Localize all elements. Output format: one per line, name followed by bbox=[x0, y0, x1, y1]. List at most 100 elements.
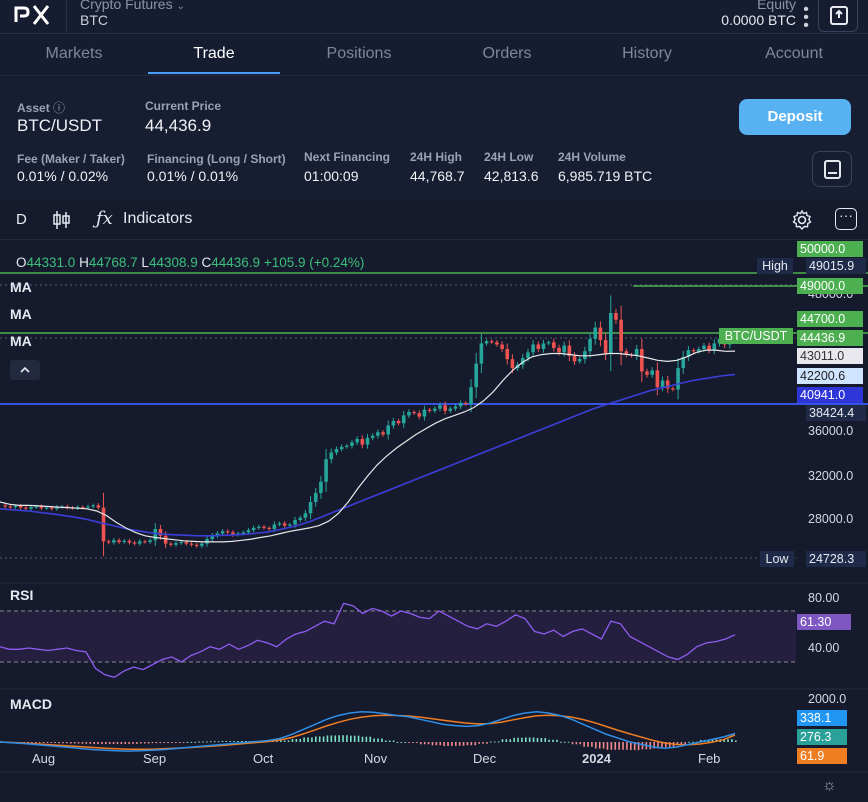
more-chart-options-icon[interactable]: ··· bbox=[835, 208, 857, 230]
macd-histogram-bar bbox=[210, 741, 212, 743]
tab-account[interactable]: Account bbox=[726, 34, 862, 76]
candle-body bbox=[536, 344, 541, 349]
macd-histogram-bar bbox=[50, 742, 53, 744]
candle-body bbox=[324, 459, 328, 482]
macd-histogram-bar bbox=[198, 741, 200, 743]
candle-body bbox=[241, 532, 246, 534]
candle-body bbox=[660, 380, 665, 388]
tab-orders[interactable]: Orders bbox=[440, 34, 574, 76]
layout-toggle-button[interactable] bbox=[812, 151, 852, 187]
macd-histogram-bar bbox=[70, 742, 72, 744]
market-type-selector[interactable]: Crypto Futures ⌄ bbox=[80, 0, 185, 12]
macd-histogram-bar bbox=[116, 742, 119, 745]
market-symbol: BTC bbox=[80, 12, 108, 28]
low-label: Low bbox=[760, 551, 794, 567]
volume-24h-value: 6,985.719 BTC bbox=[558, 168, 653, 184]
macd-histogram-bar bbox=[490, 741, 492, 743]
candlestick-icon[interactable] bbox=[52, 209, 72, 231]
high-24h-value: 44,768.7 bbox=[410, 168, 465, 184]
macd-histogram-bar bbox=[451, 742, 453, 747]
current-price-tag: 44436.9 bbox=[797, 330, 863, 346]
macd-histogram-bar bbox=[73, 742, 76, 744]
macd-histogram-bar bbox=[602, 742, 605, 749]
macd-histogram-bar bbox=[501, 739, 504, 742]
tab-markets[interactable]: Markets bbox=[0, 34, 148, 76]
low-24h-value: 42,813.6 bbox=[484, 168, 539, 184]
macd-histogram-bar bbox=[427, 742, 430, 745]
open-value: 44331.0 bbox=[26, 255, 76, 270]
tag-44700: 44700.0 bbox=[797, 311, 863, 327]
tablet-icon bbox=[824, 160, 841, 179]
candle-body bbox=[526, 352, 530, 358]
sun-icon[interactable]: ☼ bbox=[822, 777, 837, 795]
macd-histogram-bar bbox=[175, 742, 177, 743]
macd-histogram-bar bbox=[143, 742, 146, 744]
wallet-button[interactable] bbox=[818, 0, 858, 32]
price-chart[interactable] bbox=[0, 241, 868, 802]
function-icon[interactable]: ƒx bbox=[96, 208, 113, 229]
tab-trade[interactable]: Trade bbox=[148, 34, 280, 76]
macd-histogram-bar bbox=[85, 742, 88, 744]
candle-body bbox=[86, 506, 90, 508]
macd-histogram-bar bbox=[598, 742, 601, 749]
macd-histogram-bar bbox=[536, 737, 539, 742]
macd-histogram-bar bbox=[38, 742, 41, 743]
macd-histogram-bar bbox=[392, 740, 395, 742]
settings-gear-icon[interactable] bbox=[791, 209, 813, 231]
candle-body bbox=[552, 342, 556, 348]
ma-legend-1[interactable]: MA bbox=[10, 279, 32, 295]
candle-body bbox=[44, 507, 49, 509]
equity-value: 0.0000 BTC bbox=[721, 12, 796, 28]
equity-label: Equity bbox=[757, 0, 796, 12]
macd-histogram-bar bbox=[93, 742, 95, 745]
candle-body bbox=[489, 341, 494, 343]
macd-histogram-bar bbox=[595, 742, 597, 749]
candle-body bbox=[386, 425, 391, 435]
candle-body bbox=[464, 403, 468, 405]
chart-toolbar: D ƒx Indicators ··· bbox=[0, 200, 868, 240]
candle-body bbox=[96, 505, 101, 508]
candle-body bbox=[334, 449, 339, 453]
volume-24h-label: 24H Volume bbox=[558, 150, 626, 164]
macd-histogram-bar bbox=[731, 739, 733, 742]
macd-histogram-bar bbox=[124, 742, 127, 745]
info-icon[interactable]: ⓘ bbox=[53, 101, 65, 115]
px-logo[interactable] bbox=[14, 2, 54, 28]
macd-histogram-bar bbox=[552, 739, 554, 742]
indicators-button[interactable]: Indicators bbox=[123, 210, 192, 228]
macd-histogram-bar bbox=[622, 742, 624, 750]
deposit-button[interactable]: Deposit bbox=[739, 99, 851, 135]
next-financing-label: Next Financing bbox=[304, 150, 391, 164]
macd-histogram-bar bbox=[89, 742, 92, 744]
price-axis-28000: 28000.0 bbox=[808, 512, 854, 526]
macd-label[interactable]: MACD bbox=[10, 696, 52, 712]
ma-legend-2[interactable]: MA bbox=[10, 306, 32, 322]
macd-value-tag: 338.1 bbox=[797, 710, 847, 726]
macd-histogram-bar bbox=[528, 737, 531, 742]
collapse-legend-button[interactable] bbox=[10, 360, 40, 380]
interval-selector[interactable]: D bbox=[16, 211, 27, 228]
macd-histogram-bar bbox=[365, 736, 368, 742]
tab-positions[interactable]: Positions bbox=[292, 34, 426, 76]
macd-histogram-bar bbox=[466, 742, 469, 746]
candle-body bbox=[112, 540, 116, 543]
candle-body bbox=[655, 370, 660, 388]
candle-body bbox=[546, 342, 551, 344]
ma-legend-3[interactable]: MA bbox=[10, 333, 32, 349]
candle-body bbox=[500, 344, 504, 349]
macd-histogram-bar bbox=[163, 742, 165, 743]
macd-histogram-bar bbox=[190, 741, 193, 743]
macd-histogram-bar bbox=[431, 742, 434, 746]
tab-history[interactable]: History bbox=[580, 34, 714, 76]
more-options-icon[interactable]: • • • bbox=[800, 2, 812, 34]
candle-body bbox=[469, 387, 473, 405]
candle-body bbox=[401, 415, 406, 424]
high-24h-label: 24H High bbox=[410, 150, 463, 164]
rsi-label[interactable]: RSI bbox=[10, 587, 33, 603]
macd-histogram-bar bbox=[544, 737, 547, 742]
next-financing-value: 01:00:09 bbox=[304, 168, 359, 184]
macd-histogram-bar bbox=[455, 742, 457, 746]
macd-histogram-bar bbox=[291, 738, 294, 742]
candle-body bbox=[707, 345, 711, 351]
macd-histogram-bar bbox=[513, 737, 515, 742]
